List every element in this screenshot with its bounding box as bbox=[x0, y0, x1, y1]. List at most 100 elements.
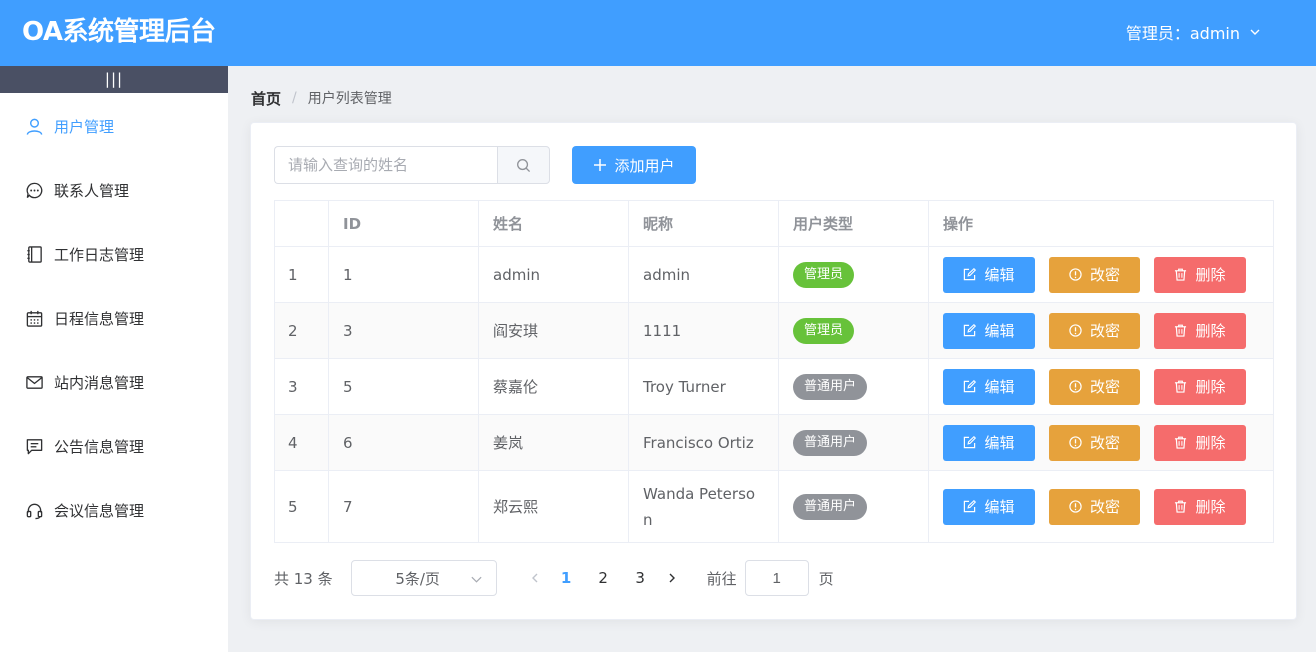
cell-nickname: 1111 bbox=[628, 302, 779, 359]
edit-button[interactable]: 编辑 bbox=[943, 312, 1035, 349]
cell-nickname: Troy Turner bbox=[628, 358, 779, 415]
table-row: 4 6 姜岚 Francisco Ortiz 普通用户 编辑 改密 删除 bbox=[274, 414, 1274, 471]
sidebar-collapse-toggle[interactable]: ||| bbox=[0, 66, 228, 93]
cell-nickname: admin bbox=[628, 246, 779, 303]
sidebar-item-label: 日程信息管理 bbox=[54, 309, 145, 328]
pagination: 共 13 条 5条/页 1 2 3 前往 页 bbox=[274, 560, 834, 596]
page-number-3[interactable]: 3 bbox=[622, 560, 659, 596]
cell-id: 3 bbox=[328, 302, 479, 359]
sidebar-item-label: 工作日志管理 bbox=[54, 245, 145, 264]
sidebar-item-schedule[interactable]: 日程信息管理 bbox=[0, 290, 228, 346]
column-header-actions: 操作 bbox=[928, 200, 1274, 247]
cell-user-type: 普通用户 bbox=[778, 358, 929, 415]
warning-circle-icon bbox=[1069, 500, 1082, 513]
sidebar-item-label: 联系人管理 bbox=[54, 181, 130, 200]
trash-icon bbox=[1175, 324, 1187, 337]
page-number-1[interactable]: 1 bbox=[548, 560, 585, 596]
table-row: 1 1 admin admin 管理员 编辑 改密 删除 bbox=[274, 246, 1274, 303]
change-password-button[interactable]: 改密 bbox=[1049, 424, 1140, 461]
sidebar-item-announcements[interactable]: 公告信息管理 bbox=[0, 418, 228, 474]
delete-label: 删除 bbox=[1195, 434, 1226, 452]
column-header-id: ID bbox=[328, 200, 479, 247]
goto-page-input[interactable] bbox=[744, 560, 809, 596]
add-user-label: 添加用户 bbox=[614, 156, 675, 175]
search-group bbox=[274, 146, 550, 184]
user-table: ID 姓名 昵称 用户类型 操作 1 1 admin admin 管理员 编辑 … bbox=[274, 200, 1274, 543]
chevron-down-icon bbox=[1250, 29, 1260, 35]
trash-icon bbox=[1175, 268, 1187, 281]
cell-user-type: 普通用户 bbox=[778, 414, 929, 471]
notebook-icon bbox=[27, 245, 42, 263]
column-header-user-type: 用户类型 bbox=[778, 200, 929, 247]
cell-user-type: 管理员 bbox=[778, 246, 929, 303]
table-header-row: ID 姓名 昵称 用户类型 操作 bbox=[274, 200, 1274, 247]
sidebar-item-user-management[interactable]: 用户管理 bbox=[0, 98, 228, 154]
trash-icon bbox=[1175, 380, 1187, 393]
warning-circle-icon bbox=[1069, 324, 1082, 337]
delete-button[interactable]: 删除 bbox=[1154, 424, 1246, 461]
search-button[interactable] bbox=[497, 146, 550, 184]
change-password-button[interactable]: 改密 bbox=[1049, 256, 1140, 293]
change-password-button[interactable]: 改密 bbox=[1049, 368, 1140, 405]
nickname-text: Wanda Peterson bbox=[643, 484, 756, 529]
next-page-button[interactable] bbox=[659, 560, 685, 596]
change-password-button[interactable]: 改密 bbox=[1049, 488, 1140, 525]
sidebar-item-meetings[interactable]: 会议信息管理 bbox=[0, 482, 228, 538]
user-icon bbox=[26, 118, 43, 135]
chevron-down-icon bbox=[471, 576, 482, 583]
edit-icon bbox=[964, 268, 977, 281]
chat-square-icon bbox=[26, 438, 43, 454]
search-input[interactable] bbox=[274, 146, 497, 184]
column-header-name: 姓名 bbox=[478, 200, 629, 247]
delete-button[interactable]: 删除 bbox=[1154, 488, 1246, 525]
sidebar-item-contacts[interactable]: 联系人管理 bbox=[0, 162, 228, 218]
warning-circle-icon bbox=[1069, 268, 1082, 281]
delete-button[interactable]: 删除 bbox=[1154, 256, 1246, 293]
page-unit-label: 页 bbox=[818, 569, 834, 588]
pagination-total: 共 13 条 bbox=[274, 569, 333, 588]
message-icon bbox=[26, 375, 43, 389]
user-menu-dropdown[interactable]: 管理员：admin bbox=[1126, 20, 1262, 44]
edit-icon bbox=[964, 436, 977, 449]
edit-button[interactable]: 编辑 bbox=[943, 488, 1035, 525]
row-index: 1 bbox=[274, 246, 329, 303]
edit-button[interactable]: 编辑 bbox=[943, 368, 1035, 405]
delete-button[interactable]: 删除 bbox=[1154, 368, 1246, 405]
chevron-left-icon bbox=[531, 573, 538, 583]
add-user-button[interactable]: 添加用户 bbox=[572, 146, 696, 184]
prev-page-button[interactable] bbox=[522, 560, 548, 596]
edit-button[interactable]: 编辑 bbox=[943, 424, 1035, 461]
change-password-label: 改密 bbox=[1089, 266, 1120, 284]
cell-user-type: 普通用户 bbox=[778, 470, 929, 543]
page-number-2[interactable]: 2 bbox=[585, 560, 622, 596]
cell-name: 蔡嘉伦 bbox=[478, 358, 629, 415]
user-type-badge: 管理员 bbox=[793, 317, 855, 344]
table-row: 2 3 阎安琪 1111 管理员 编辑 改密 删除 bbox=[274, 302, 1274, 359]
user-type-badge: 管理员 bbox=[793, 261, 855, 288]
edit-button[interactable]: 编辑 bbox=[943, 256, 1035, 293]
delete-label: 删除 bbox=[1195, 322, 1226, 340]
trash-icon bbox=[1175, 436, 1187, 449]
plus-icon bbox=[594, 159, 607, 171]
sidebar-item-label: 会议信息管理 bbox=[54, 501, 145, 520]
edit-label: 编辑 bbox=[984, 434, 1015, 452]
sidebar-item-work-log[interactable]: 工作日志管理 bbox=[0, 226, 228, 282]
user-menu-label: 管理员：admin bbox=[1125, 24, 1240, 43]
cell-name: 姜岚 bbox=[478, 414, 629, 471]
change-password-label: 改密 bbox=[1089, 434, 1120, 452]
user-type-badge: 普通用户 bbox=[793, 429, 868, 456]
change-password-button[interactable]: 改密 bbox=[1049, 312, 1140, 349]
page-size-select[interactable]: 5条/页 bbox=[350, 560, 497, 596]
cell-id: 6 bbox=[328, 414, 479, 471]
delete-label: 删除 bbox=[1195, 378, 1226, 396]
cell-actions: 编辑 改密 删除 bbox=[928, 358, 1274, 415]
delete-button[interactable]: 删除 bbox=[1154, 312, 1246, 349]
delete-label: 删除 bbox=[1195, 498, 1226, 516]
cell-actions: 编辑 改密 删除 bbox=[928, 302, 1274, 359]
edit-label: 编辑 bbox=[984, 266, 1015, 284]
trash-icon bbox=[1175, 500, 1187, 513]
breadcrumb-home[interactable]: 首页 bbox=[251, 88, 281, 109]
user-type-badge: 普通用户 bbox=[793, 373, 868, 400]
sidebar-item-messages[interactable]: 站内消息管理 bbox=[0, 354, 228, 410]
row-index: 5 bbox=[274, 470, 329, 543]
